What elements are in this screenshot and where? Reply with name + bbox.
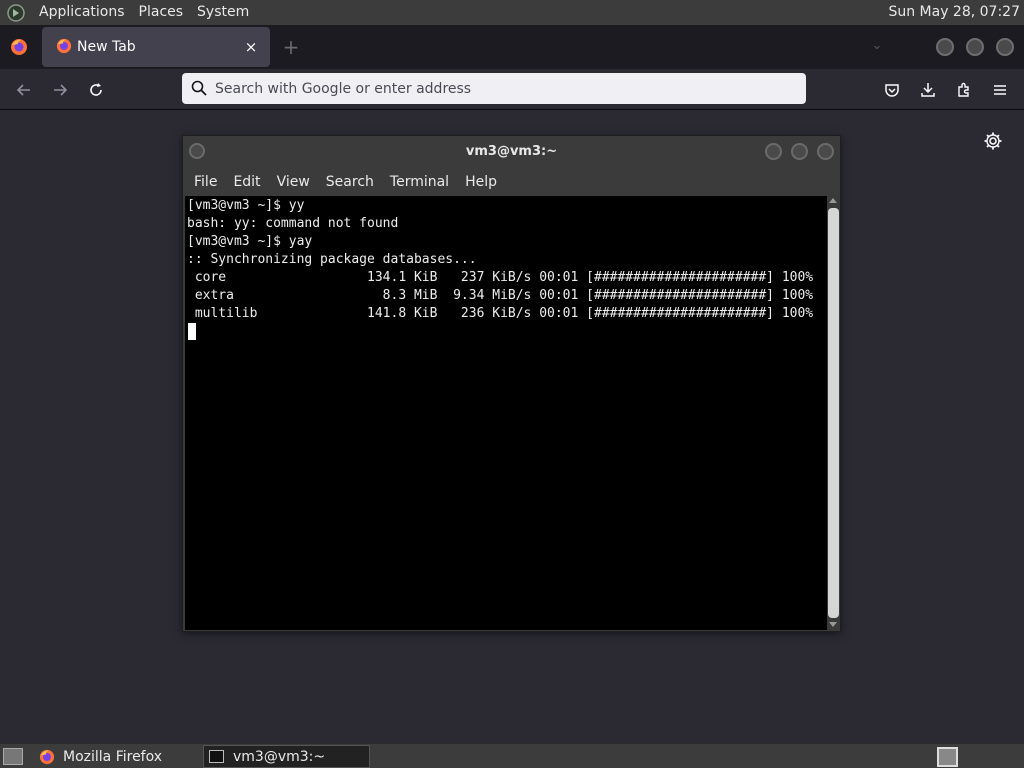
distro-logo-icon[interactable] (6, 3, 26, 23)
terminal-output[interactable]: [vm3@vm3 ~]$ yy bash: yy: command not fo… (185, 196, 827, 630)
tab-close-icon[interactable]: × (242, 38, 260, 56)
terminal-window: vm3@vm3:~ File Edit View Search Terminal… (182, 135, 841, 632)
forward-arrow-icon[interactable] (47, 77, 73, 103)
workspace-switcher[interactable] (937, 747, 958, 767)
reload-icon[interactable] (83, 77, 109, 103)
terminal-line: extra 8.3 MiB 9.34 MiB/s 00:01 [########… (187, 288, 814, 303)
new-tab-button[interactable]: + (280, 37, 302, 59)
terminal-window-controls (765, 143, 834, 160)
terminal-maximize-button[interactable] (791, 143, 808, 160)
firefox-view-icon[interactable] (10, 38, 28, 56)
address-bar[interactable] (182, 73, 806, 104)
terminal-menubar: File Edit View Search Terminal Help (183, 168, 840, 196)
system-menu[interactable]: System (190, 0, 256, 25)
extensions-icon[interactable] (951, 77, 977, 103)
show-desktop-icon[interactable] (3, 748, 23, 765)
firefox-favicon-icon (56, 38, 72, 54)
menu-edit[interactable]: Edit (225, 174, 268, 190)
scrollbar-thumb[interactable] (828, 208, 839, 618)
terminal-title: vm3@vm3:~ (465, 144, 558, 159)
url-input[interactable] (215, 73, 795, 104)
list-all-tabs-icon[interactable]: ⌄ (866, 38, 888, 56)
terminal-minimize-button[interactable] (765, 143, 782, 160)
downloads-icon[interactable] (915, 77, 941, 103)
terminal-titlebar[interactable]: vm3@vm3:~ (183, 136, 840, 168)
terminal-line: multilib 141.8 KiB 236 KiB/s 00:01 [####… (187, 306, 814, 321)
terminal-cursor (188, 323, 196, 340)
scroll-down-arrow-icon[interactable] (829, 622, 837, 627)
pocket-icon[interactable] (879, 77, 905, 103)
applications-menu[interactable]: Applications (32, 0, 132, 25)
back-arrow-icon[interactable] (11, 77, 37, 103)
taskbar-item-firefox[interactable]: Mozilla Firefox (35, 745, 201, 768)
search-icon (191, 80, 207, 96)
panel-clock[interactable]: Sun May 28, 07:27 (888, 0, 1020, 25)
terminal-scrollbar[interactable] (827, 196, 840, 630)
scroll-up-arrow-icon[interactable] (829, 198, 837, 203)
gear-icon[interactable] (983, 131, 1003, 151)
terminal-line: :: Synchronizing package databases... (187, 252, 477, 267)
terminal-line: core 134.1 KiB 237 KiB/s 00:01 [########… (187, 270, 814, 285)
places-menu[interactable]: Places (132, 0, 191, 25)
system-top-panel: Applications Places System Sun May 28, 0… (0, 0, 1024, 25)
tab-title: New Tab (77, 39, 136, 55)
taskbar-item-terminal[interactable]: vm3@vm3:~ (203, 745, 370, 768)
minimize-button[interactable] (936, 38, 954, 56)
menu-terminal[interactable]: Terminal (382, 174, 457, 190)
menu-view[interactable]: View (269, 174, 318, 190)
terminal-icon (209, 750, 224, 763)
taskbar-item-label: Mozilla Firefox (63, 748, 163, 765)
terminal-line: [vm3@vm3 ~]$ yy (187, 198, 305, 213)
close-window-button[interactable] (996, 38, 1014, 56)
browser-tab-bar: New Tab × + ⌄ (0, 25, 1024, 69)
terminal-line: [vm3@vm3 ~]$ yay (187, 234, 313, 249)
menu-file[interactable]: File (186, 174, 225, 190)
menu-help[interactable]: Help (457, 174, 505, 190)
menu-search[interactable]: Search (318, 174, 382, 190)
terminal-close-button[interactable] (817, 143, 834, 160)
terminal-line: bash: yy: command not found (187, 216, 399, 231)
maximize-button[interactable] (966, 38, 984, 56)
firefox-icon (39, 749, 55, 765)
bottom-taskbar: Mozilla Firefox vm3@vm3:~ (0, 743, 1024, 768)
hamburger-menu-icon[interactable] (987, 77, 1013, 103)
taskbar-item-label: vm3@vm3:~ (233, 748, 326, 765)
browser-nav-bar (0, 69, 1024, 110)
tab-new-tab[interactable]: New Tab × (42, 27, 270, 67)
browser-window-controls (936, 38, 1014, 56)
